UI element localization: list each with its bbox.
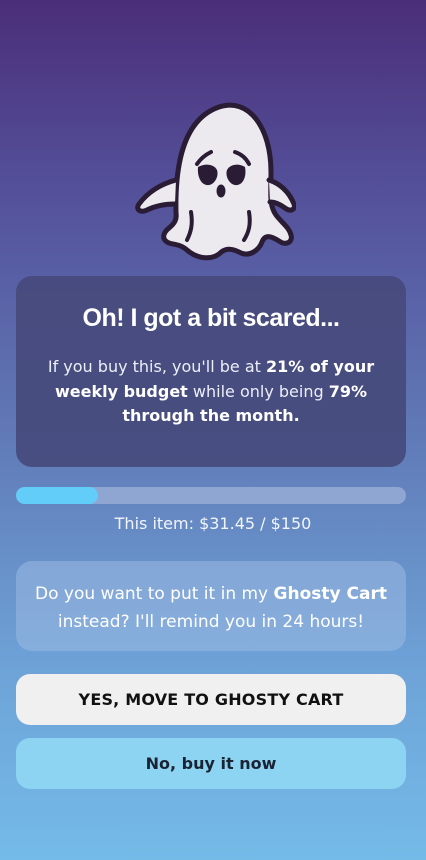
- prompt-text-2: instead? I'll remind you in 24 hours!: [57, 612, 365, 632]
- budget-percent: 21%: [266, 357, 305, 376]
- item-price-label: This item: $31.45 / $150: [114, 514, 312, 533]
- budget-progress-bar: [16, 487, 406, 504]
- buy-now-button[interactable]: No, buy it now: [16, 738, 406, 789]
- warning-card: Oh! I got a bit scared... If you buy thi…: [16, 276, 406, 467]
- warning-text-1: If you buy this, you'll be at: [47, 357, 267, 376]
- warning-message: If you buy this, you'll be at 21% of you…: [46, 355, 376, 429]
- budget-progress-fill: [16, 487, 98, 504]
- prompt-cart-name: Ghosty Cart: [273, 584, 387, 604]
- ghost-mascot: [0, 100, 426, 265]
- month-percent: 79%: [328, 381, 368, 401]
- warning-text-3: while only being: [187, 381, 329, 401]
- ghosty-cart-prompt: Do you want to put it in my Ghosty Cart …: [16, 561, 406, 651]
- prompt-text-1: Do you want to put it in my: [35, 584, 274, 604]
- warning-text-4: through the month.: [122, 406, 300, 425]
- warning-title: Oh! I got a bit scared...: [82, 304, 340, 332]
- move-to-ghosty-cart-button[interactable]: YES, MOVE TO GHOSTY CART: [16, 674, 406, 725]
- sad-ghost-icon: [134, 102, 296, 261]
